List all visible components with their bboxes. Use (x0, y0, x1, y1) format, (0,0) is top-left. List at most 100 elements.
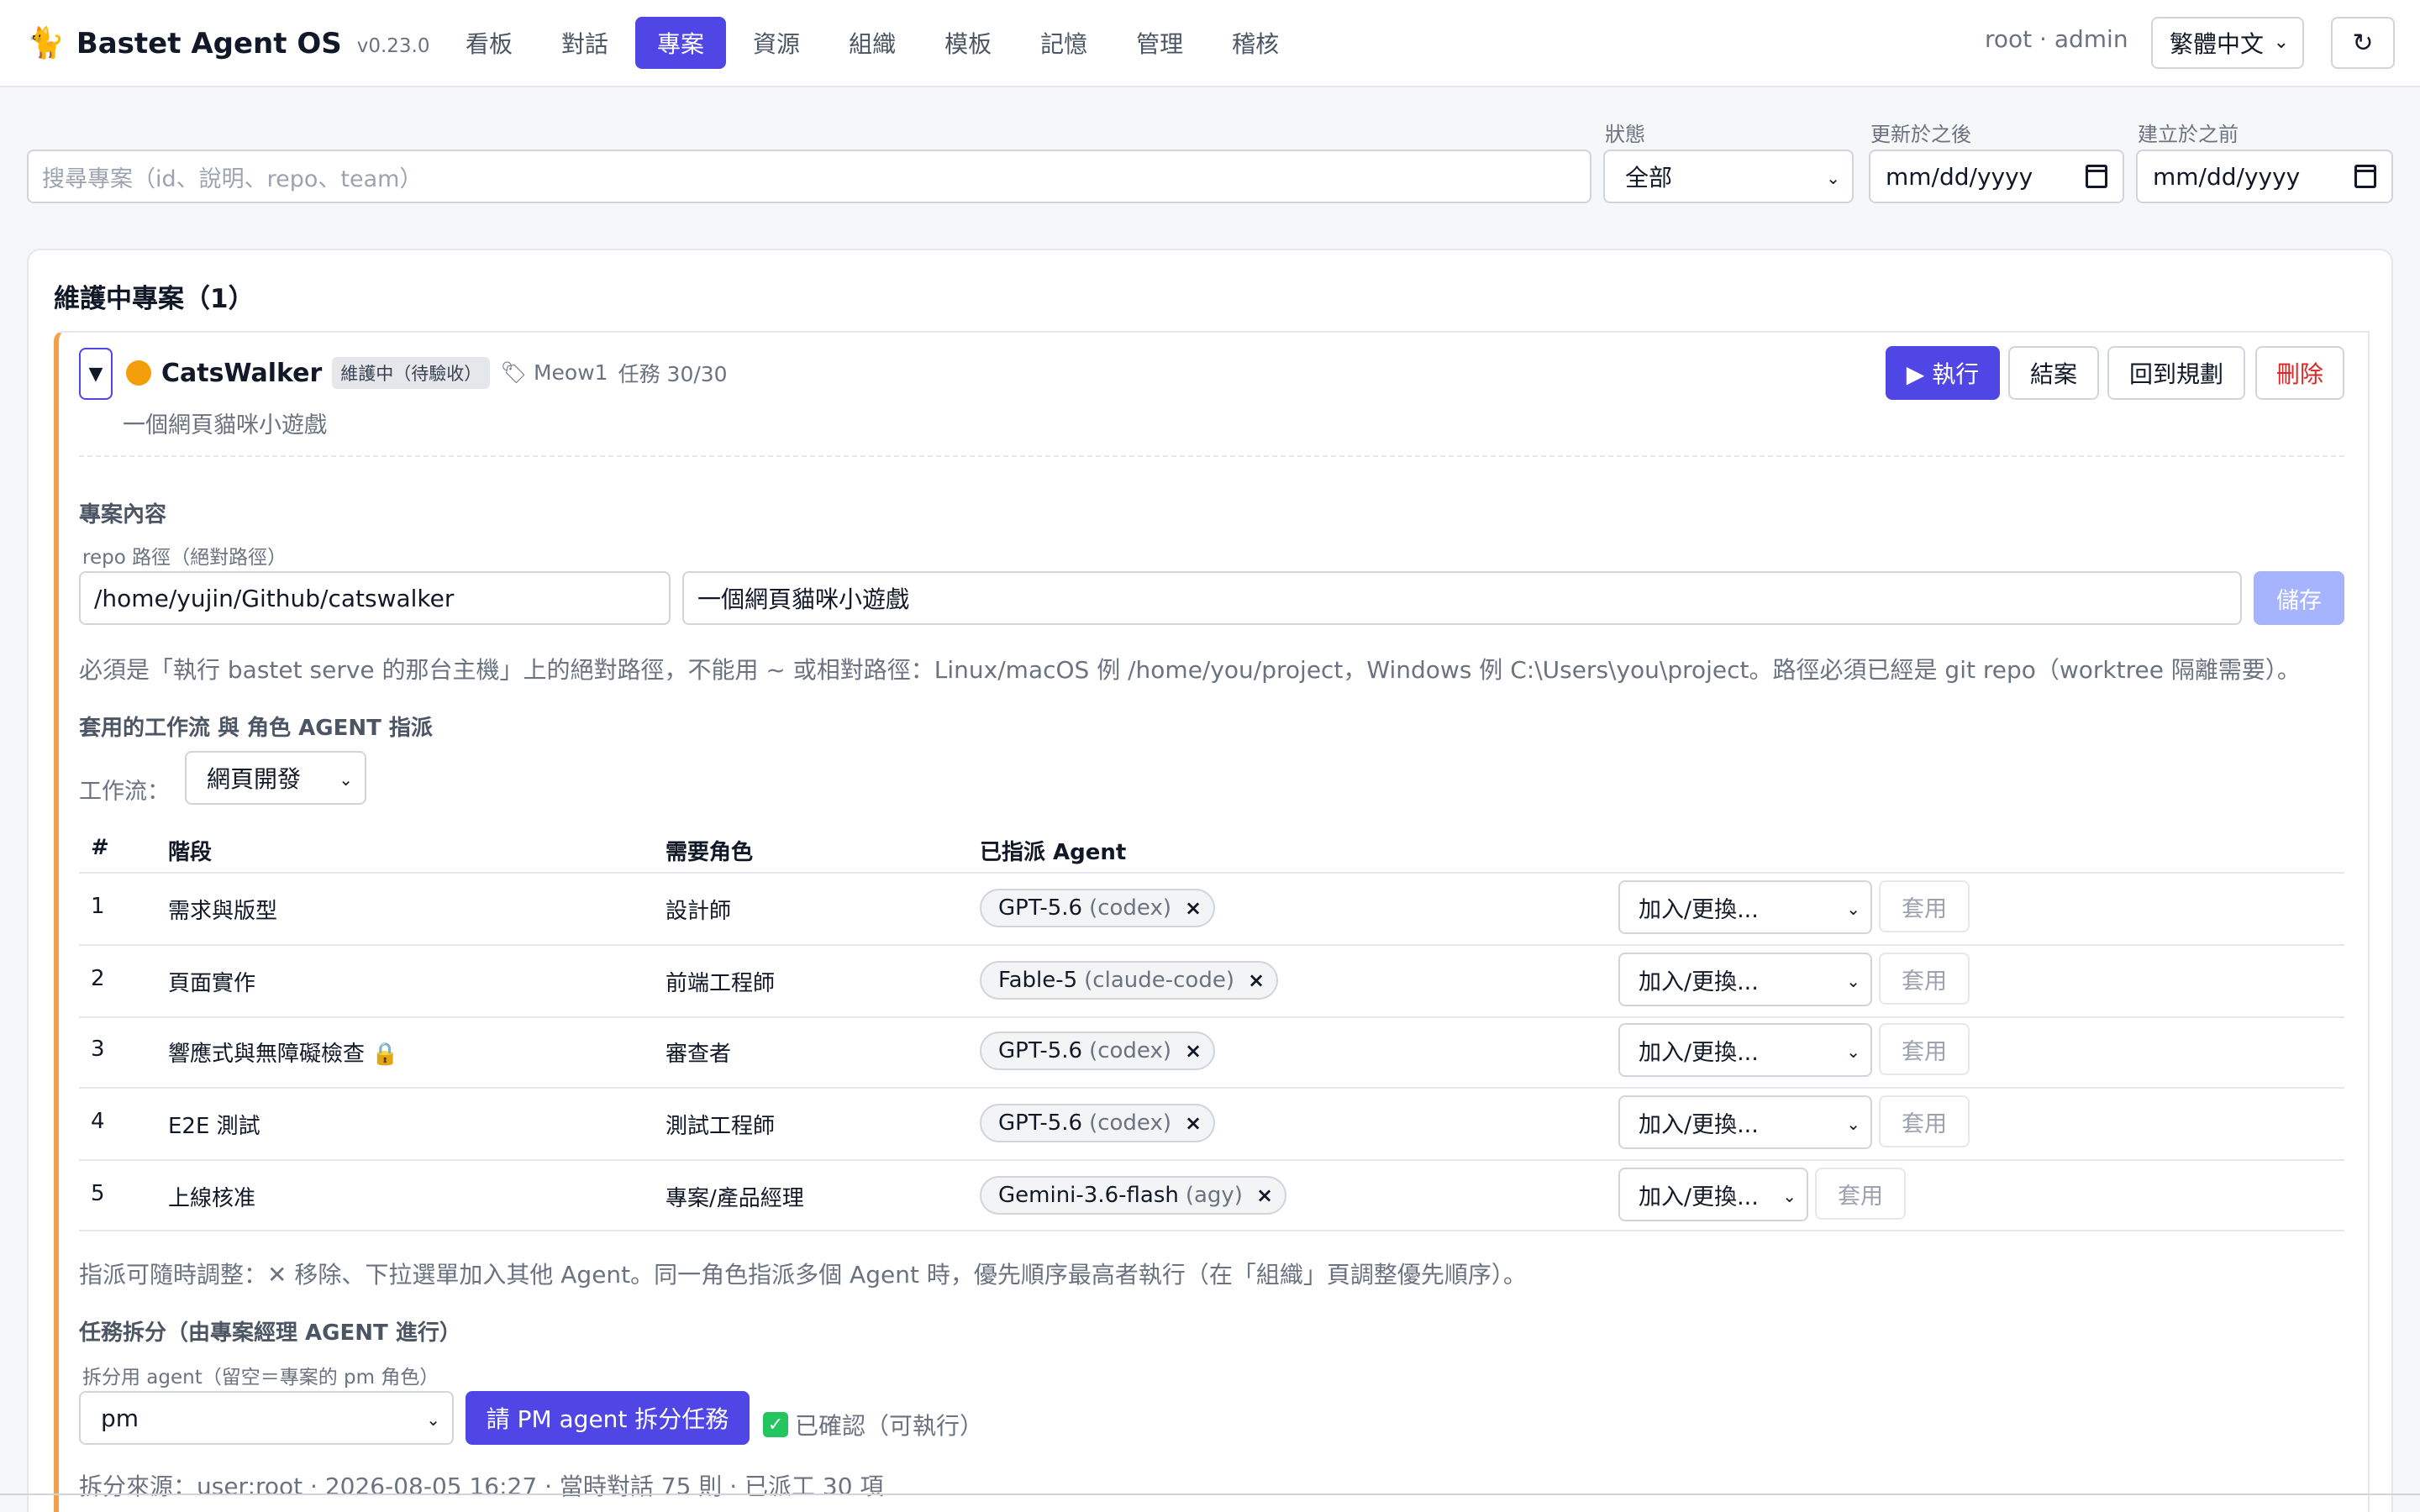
chevron-down-icon: ⌄ (1846, 971, 1860, 991)
status-filter-label: 狀態 (1605, 123, 1645, 146)
project-description: 一個網頁貓咪小遊戲 (123, 412, 327, 438)
workflow-value: 網頁開發 (207, 765, 302, 793)
created-before-date-input[interactable]: mm/dd/yyyy (2136, 150, 2393, 203)
agent-chip: GPT-5.6 (codex) × (980, 1104, 1216, 1142)
apply-button[interactable]: 套用 (1879, 953, 1970, 1005)
agent-add-select[interactable]: 加入/更換... ⌄ (1618, 1023, 1872, 1077)
table-divider (79, 872, 2344, 874)
pm-split-tasks-button[interactable]: 請 PM agent 拆分任務 (466, 1391, 750, 1445)
project-tag: 🏷 Meow1 (500, 360, 608, 385)
language-value: 繁體中文 (2170, 30, 2265, 58)
created-before-label: 建立於之前 (2138, 123, 2238, 146)
app-name: Bastet Agent OS (76, 27, 342, 60)
agent-add-select[interactable]: 加入/更換... ⌄ (1618, 1168, 1808, 1221)
table-divider (79, 944, 2344, 946)
column-header-num: # (91, 835, 109, 860)
collapse-toggle-button[interactable]: ▼ (79, 348, 113, 400)
project-content-title: 專案內容 (79, 502, 167, 528)
table-cell-num: 4 (91, 1109, 105, 1134)
calendar-icon[interactable] (2086, 165, 2107, 188)
column-header-stage: 階段 (168, 840, 213, 865)
nav-tab-kanban[interactable]: 看板 (444, 17, 534, 69)
remove-agent-icon[interactable]: × (1256, 1184, 1273, 1207)
split-agent-select[interactable]: pm ⌄ (79, 1391, 454, 1445)
agent-add-select-value: 加入/更換... (1639, 969, 1759, 995)
back-to-plan-button[interactable]: 回到規劃 (2107, 346, 2245, 400)
updated-after-label: 更新於之後 (1870, 123, 1971, 146)
agent-chip: Fable-5 (claude-code) × (980, 961, 1279, 1000)
agent-add-select-value: 加入/更換... (1639, 1111, 1759, 1138)
agent-runtime: (codex) (1089, 895, 1171, 921)
nav-tab-organization[interactable]: 組織 (827, 17, 918, 69)
split-agent-value: pm (101, 1404, 139, 1432)
main-nav: 看板 對話 專案 資源 組織 模板 記憶 管理 稽核 (444, 17, 1306, 69)
brand[interactable]: 🐈 Bastet Agent OS v0.23.0 (27, 22, 430, 66)
nav-tab-audit[interactable]: 稽核 (1210, 17, 1301, 69)
remove-agent-icon[interactable]: × (1185, 1039, 1202, 1063)
table-divider (79, 1087, 2344, 1089)
remove-agent-icon[interactable]: × (1248, 969, 1265, 992)
project-search-input[interactable]: 搜尋專案（id、說明、repo、team） (27, 150, 1591, 203)
repo-path-input[interactable]: /home/yujin/Github/catswalker (79, 571, 671, 625)
apply-button[interactable]: 套用 (1879, 1023, 1970, 1075)
table-divider (79, 1230, 2344, 1231)
table-cell-role: 專案/產品經理 (666, 1186, 804, 1211)
refresh-button[interactable]: ↻ (2331, 17, 2395, 69)
remove-agent-icon[interactable]: × (1185, 1111, 1202, 1135)
workflow-select[interactable]: 網頁開發 ⌄ (185, 751, 366, 805)
agent-name: GPT-5.6 (998, 895, 1083, 921)
agent-add-select[interactable]: 加入/更換... ⌄ (1618, 1095, 1872, 1149)
nav-tab-admin[interactable]: 管理 (1114, 17, 1205, 69)
close-project-button[interactable]: 結案 (2008, 346, 2099, 400)
agent-runtime: (agy) (1185, 1183, 1243, 1208)
project-description-input[interactable]: 一個網頁貓咪小遊戲 (682, 571, 2242, 625)
table-cell-stage: 上線核准 (168, 1186, 256, 1211)
chevron-down-icon: ⌄ (2273, 32, 2289, 53)
workflow-section-title: 套用的工作流 與 角色 AGENT 指派 (79, 716, 433, 741)
chevron-down-icon: ⌄ (1846, 899, 1860, 919)
agent-chip: Gemini-3.6-flash (agy) × (980, 1176, 1287, 1215)
table-cell-num: 2 (91, 966, 105, 991)
status-filter-select[interactable]: 全部 ⌄ (1603, 150, 1854, 203)
agent-name: GPT-5.6 (998, 1110, 1083, 1136)
nav-tab-templates[interactable]: 模板 (923, 17, 1013, 69)
run-button[interactable]: ▶ 執行 (1886, 346, 2000, 400)
agent-add-select[interactable]: 加入/更換... ⌄ (1618, 880, 1872, 934)
confirmed-status: ✓ 已確認（可執行） (763, 1408, 983, 1441)
delete-button[interactable]: 刪除 (2255, 346, 2344, 400)
remove-agent-icon[interactable]: × (1185, 896, 1202, 920)
apply-button[interactable]: 套用 (1879, 1095, 1970, 1147)
table-divider (79, 1159, 2344, 1161)
updated-after-date-input[interactable]: mm/dd/yyyy (1869, 150, 2124, 203)
language-select[interactable]: 繁體中文 ⌄ (2151, 17, 2304, 69)
save-button[interactable]: 儲存 (2254, 571, 2344, 625)
chevron-down-icon: ⌄ (339, 769, 353, 790)
nav-tab-resources[interactable]: 資源 (731, 17, 822, 69)
table-cell-role: 設計師 (666, 899, 732, 924)
check-icon: ✓ (763, 1412, 788, 1437)
apply-button[interactable]: 套用 (1879, 880, 1970, 932)
repo-path-label: repo 路徑（絕對路徑） (82, 547, 287, 569)
description-value: 一個網頁貓咪小遊戲 (697, 585, 910, 613)
repo-path-value: /home/yujin/Github/catswalker (94, 584, 455, 612)
table-cell-stage: 需求與版型 (168, 899, 278, 924)
task-count: 任務 30/30 (618, 362, 728, 386)
task-split-title: 任務拆分（由專案經理 AGENT 進行） (79, 1320, 461, 1346)
column-header-role: 需要角色 (666, 840, 754, 865)
calendar-icon[interactable] (2354, 165, 2376, 188)
table-divider (79, 1016, 2344, 1018)
table-cell-role: 審查者 (666, 1042, 732, 1067)
nav-tab-memory[interactable]: 記憶 (1018, 17, 1109, 69)
nav-tab-projects[interactable]: 專案 (635, 17, 727, 69)
confirmed-text: 已確認（可執行） (795, 1412, 984, 1440)
agent-add-select-value: 加入/更換... (1639, 1039, 1759, 1066)
assignment-hint: 指派可隨時調整：✕ 移除、下拉選單加入其他 Agent。同一角色指派多個 Age… (79, 1261, 1527, 1289)
nav-tab-chat[interactable]: 對話 (539, 17, 630, 69)
chevron-down-icon: ⌄ (1782, 1186, 1797, 1206)
agent-add-select[interactable]: 加入/更換... ⌄ (1618, 953, 1872, 1006)
agent-chip: GPT-5.6 (codex) × (980, 1032, 1216, 1070)
apply-button[interactable]: 套用 (1815, 1168, 1906, 1220)
split-source-info: 拆分來源：user:root · 2026-08-05 16:27 · 當時對話… (79, 1473, 884, 1500)
refresh-icon: ↻ (2352, 28, 2374, 58)
created-before-value: mm/dd/yyyy (2153, 162, 2301, 191)
